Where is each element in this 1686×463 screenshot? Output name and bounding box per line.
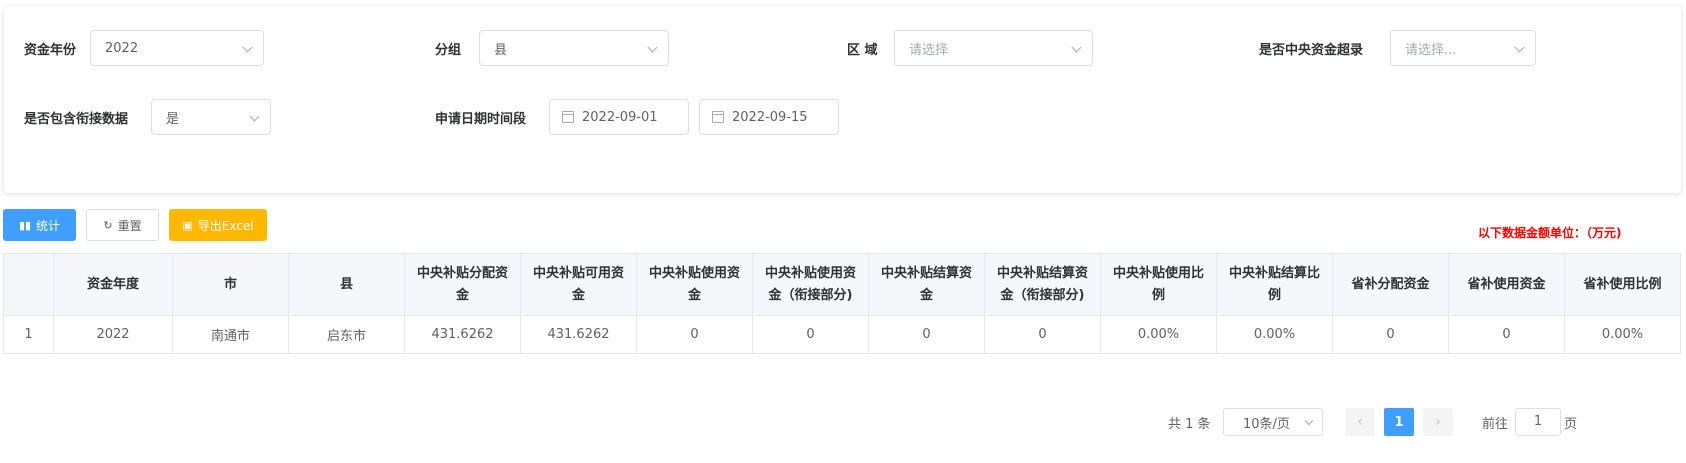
header-city: 市	[172, 253, 289, 316]
chevron-down-icon	[647, 42, 658, 53]
header-central-settle-ratio: 中央补贴结算比例	[1216, 253, 1333, 316]
table-cell: 2022	[53, 315, 173, 354]
next-page-button[interactable]: ›	[1423, 408, 1453, 436]
table-cell: 0	[1448, 315, 1565, 354]
include-link-data-label: 是否包含衔接数据	[24, 111, 129, 127]
header-central-allocated: 中央补贴分配资金	[404, 253, 521, 316]
table-cell: 0	[984, 315, 1101, 354]
table-cell: 0	[868, 315, 985, 354]
header-county: 县	[288, 253, 405, 316]
include-link-data-value: 是	[166, 111, 180, 127]
header-central-settled: 中央补贴结算资金	[868, 253, 985, 316]
table-cell: 1	[3, 315, 54, 354]
date-range-label: 申请日期时间段	[435, 111, 527, 127]
refresh-icon: ↻	[103, 218, 113, 232]
table-cell: 0	[636, 315, 753, 354]
end-date-value: 2022-09-15	[732, 109, 808, 125]
header-central-available: 中央补贴可用资金	[520, 253, 637, 316]
chevron-down-icon	[1304, 416, 1314, 426]
end-date-input[interactable]: 2022-09-15	[699, 99, 839, 135]
central-over-record-field: 是否中央资金超录 请选择...	[1259, 30, 1536, 66]
table-row[interactable]: 1 2022 南通市 启东市 431.6262 431.6262 0 0 0 0…	[3, 315, 1681, 354]
table-cell: 南通市	[172, 315, 289, 354]
table-cell: 0.00%	[1216, 315, 1333, 354]
export-excel-button[interactable]: ▣ 导出Excel	[169, 209, 267, 241]
header-province-use-ratio: 省补使用比例	[1564, 253, 1681, 316]
goto-suffix: 页	[1564, 416, 1578, 432]
export-excel-button-label: 导出Excel	[197, 218, 254, 233]
header-central-use-ratio: 中央补贴使用比例	[1100, 253, 1217, 316]
region-select[interactable]: 请选择	[894, 30, 1093, 66]
date-range-field: 申请日期时间段 2022-09-01 2022-09-15	[435, 99, 839, 135]
header-province-allocated: 省补分配资金	[1332, 253, 1449, 316]
table-cell: 0.00%	[1564, 315, 1681, 354]
include-link-data-select[interactable]: 是	[151, 99, 271, 135]
bar-chart-icon: ▮▮	[18, 218, 32, 232]
group-select[interactable]: 县	[479, 30, 669, 66]
calendar-icon	[562, 111, 574, 123]
page-size-value: 10条/页	[1243, 416, 1290, 432]
chevron-down-icon	[1071, 42, 1082, 53]
page-number-current[interactable]: 1	[1384, 408, 1414, 436]
filter-panel: 资金年份 2022 分组 县 区 域 请选择 是否中央资金超录 请选择... 是…	[4, 6, 1681, 193]
table-cell: 431.6262	[404, 315, 521, 354]
group-value: 县	[494, 42, 508, 58]
table-cell: 0	[1332, 315, 1449, 354]
pagination-total: 共 1 条	[1168, 416, 1211, 432]
header-fund-year: 资金年度	[53, 253, 173, 316]
start-date-value: 2022-09-01	[582, 109, 658, 125]
chevron-left-icon: ‹	[1357, 414, 1363, 430]
reset-button-label: 重置	[117, 218, 142, 233]
goto-page-input[interactable]: 1	[1515, 408, 1561, 436]
group-label: 分组	[435, 42, 462, 58]
chevron-down-icon	[249, 111, 260, 122]
header-central-used: 中央补贴使用资金	[636, 253, 753, 316]
header-central-used-link: 中央补贴使用资金（衔接部分)	[752, 253, 869, 316]
fund-year-select[interactable]: 2022	[90, 30, 264, 66]
fund-year-value: 2022	[105, 40, 139, 56]
data-table: 资金年度 市 县 中央补贴分配资金 中央补贴可用资金 中央补贴使用资金 中央补贴…	[3, 253, 1681, 354]
header-province-used: 省补使用资金	[1448, 253, 1565, 316]
start-date-input[interactable]: 2022-09-01	[549, 99, 689, 135]
header-index	[3, 253, 54, 316]
central-over-record-select[interactable]: 请选择...	[1390, 30, 1536, 66]
table-cell: 0	[752, 315, 869, 354]
goto-label: 前往	[1482, 416, 1509, 432]
include-link-data-field: 是否包含衔接数据 是	[24, 99, 271, 135]
group-field: 分组 县	[435, 30, 669, 66]
page: 资金年份 2022 分组 县 区 域 请选择 是否中央资金超录 请选择... 是…	[0, 0, 1686, 463]
table-cell: 431.6262	[520, 315, 637, 354]
central-over-record-label: 是否中央资金超录	[1259, 42, 1364, 58]
stats-button-label: 统计	[36, 218, 61, 233]
calendar-icon	[712, 111, 724, 123]
table-header-row: 资金年度 市 县 中央补贴分配资金 中央补贴可用资金 中央补贴使用资金 中央补贴…	[3, 253, 1681, 316]
page-size-select[interactable]: 10条/页	[1223, 408, 1323, 436]
region-label: 区 域	[847, 42, 878, 58]
unit-note: 以下数据金额单位：（万元)	[1478, 226, 1622, 240]
table-cell: 0.00%	[1100, 315, 1217, 354]
stats-button[interactable]: ▮▮ 统计	[3, 209, 76, 241]
chevron-right-icon: ›	[1435, 414, 1441, 430]
region-field: 区 域 请选择	[847, 30, 1093, 66]
fund-year-label: 资金年份	[24, 42, 77, 58]
prev-page-button[interactable]: ‹	[1345, 408, 1375, 436]
chevron-down-icon	[1514, 42, 1525, 53]
table-cell: 启东市	[288, 315, 405, 354]
fund-year-field: 资金年份 2022	[24, 30, 264, 66]
excel-icon: ▣	[182, 218, 193, 232]
header-central-settled-link: 中央补贴结算资金（衔接部分)	[984, 253, 1101, 316]
central-over-record-placeholder: 请选择...	[1405, 42, 1457, 58]
region-placeholder: 请选择	[909, 42, 949, 58]
reset-button[interactable]: ↻ 重置	[86, 209, 159, 241]
chevron-down-icon	[242, 42, 253, 53]
